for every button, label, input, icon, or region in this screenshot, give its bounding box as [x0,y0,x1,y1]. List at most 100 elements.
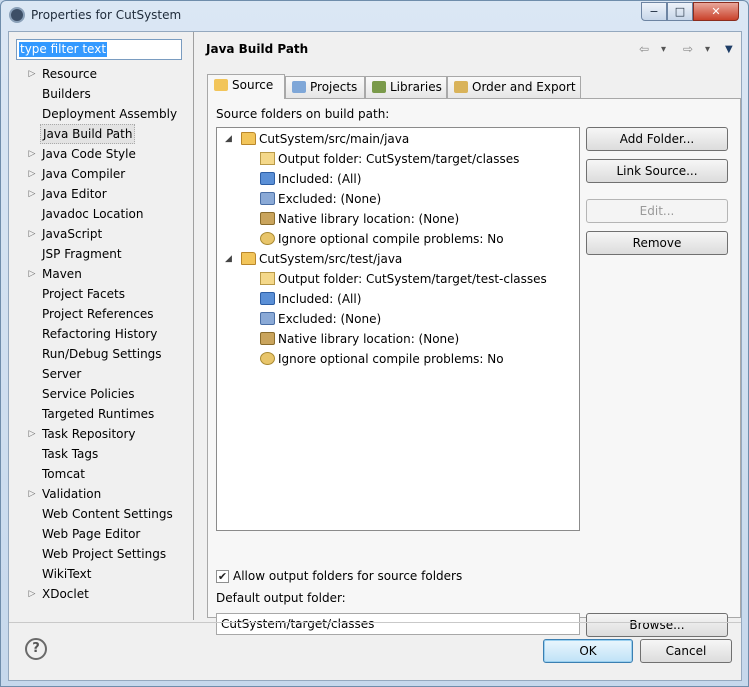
nav-item-label: Targeted Runtimes [42,407,155,421]
checkbox-box[interactable]: ✔ [216,570,229,583]
nav-item[interactable]: Web Content Settings [25,504,193,524]
nav-item[interactable]: ▷ Validation [25,484,193,504]
tab-libraries[interactable]: Libraries [365,76,447,98]
inclusion-filter-icon [260,292,275,305]
browse-button[interactable]: Browse... [586,613,728,637]
nav-item[interactable]: ▷ Java Compiler [25,164,193,184]
nav-item-label: Server [42,367,82,381]
remove-button[interactable]: Remove [586,231,728,255]
minimize-button[interactable]: − [641,2,667,21]
source-folder-icon [214,79,228,91]
tab-order-and-export[interactable]: Order and Export [447,76,581,98]
nav-item[interactable]: Web Page Editor [25,524,193,544]
tab-label: Order and Export [472,80,576,94]
nav-item[interactable]: Deployment Assembly [25,104,193,124]
nav-item-label: Java Compiler [42,167,126,181]
link-source-button[interactable]: Link Source... [586,159,728,183]
ignore-problems-icon [260,352,275,365]
nav-item[interactable]: Task Tags [25,444,193,464]
sash-divider[interactable] [193,32,194,620]
view-menu-icon[interactable]: ▼ [725,44,733,55]
source-attribute-text: Output folder: CutSystem/target/test-cla… [278,272,547,286]
nav-item[interactable]: ▷ Java Code Style [25,144,193,164]
expand-arrow-icon[interactable]: ▷ [25,484,39,504]
nav-item[interactable]: Run/Debug Settings [25,344,193,364]
nav-item-label: Java Build Path [40,124,136,144]
help-icon[interactable]: ? [25,638,47,660]
collapse-arrow-icon[interactable]: ◢ [225,249,232,269]
source-folders-label: Source folders on build path: [216,107,390,121]
close-button[interactable]: ✕ [693,2,739,21]
nav-item-label: JavaScript [42,227,103,241]
native-library-icon [260,212,275,225]
nav-item-label: Tomcat [42,467,85,481]
tab-source[interactable]: Source [207,74,285,99]
nav-item-label: Maven [42,267,82,281]
nav-item[interactable]: Service Policies [25,384,193,404]
nav-item-label: Run/Debug Settings [42,347,162,361]
source-attribute-text: Native library location: (None) [278,212,460,226]
ok-button[interactable]: OK [543,639,633,663]
expand-arrow-icon[interactable]: ▷ [25,264,39,284]
nav-item[interactable]: Server [25,364,193,384]
source-attribute-text: Excluded: (None) [278,312,382,326]
nav-item[interactable]: ▷ XDoclet [25,584,193,604]
expand-arrow-icon[interactable]: ▷ [25,424,39,444]
nav-item[interactable]: WikiText [25,564,193,584]
nav-item-label: Web Content Settings [42,507,173,521]
tab-projects[interactable]: Projects [285,76,365,98]
nav-item-label: Java Editor [42,187,107,201]
output-folder-icon [260,152,275,165]
nav-item[interactable]: Web Project Settings [25,544,193,564]
maximize-button[interactable]: □ [667,2,693,21]
nav-item[interactable]: Tomcat [25,464,193,484]
nav-item-label: Refactoring History [42,327,158,341]
nav-item[interactable]: Targeted Runtimes [25,404,193,424]
nav-item[interactable]: ▷ JavaScript [25,224,193,244]
nav-item[interactable]: Project Facets [25,284,193,304]
nav-item[interactable]: Project References [25,304,193,324]
nav-item[interactable]: ▷ Task Repository [25,424,193,444]
add-folder-button[interactable]: Add Folder... [586,127,728,151]
nav-item-label: Deployment Assembly [42,107,178,121]
filter-input[interactable]: type filter text [16,39,182,60]
source-folders-tree[interactable]: ◢ CutSystem/src/main/java Output folder: C… [216,127,580,531]
collapse-arrow-icon[interactable]: ◢ [225,129,232,149]
dialog-client-area: type filter text ▷ Resource Builders Deploy… [8,31,742,681]
nav-item[interactable]: Java Build Path [25,124,193,144]
back-arrow-icon[interactable]: ⇦ [639,42,649,56]
expand-arrow-icon[interactable]: ▷ [25,224,39,244]
expand-arrow-icon[interactable]: ▷ [25,144,39,164]
page-title: Java Build Path [206,42,309,56]
nav-item[interactable]: ▷ Maven [25,264,193,284]
nav-item[interactable]: Refactoring History [25,324,193,344]
expand-arrow-icon[interactable]: ▷ [25,64,39,84]
nav-item-label: Web Project Settings [42,547,167,561]
default-output-folder-field[interactable]: CutSystem/target/classes [216,613,580,635]
expand-arrow-icon[interactable]: ▷ [25,164,39,184]
nav-item-label: Javadoc Location [42,207,144,221]
nav-item-label: Validation [42,487,102,501]
nav-item-label: Project References [42,307,154,321]
nav-item[interactable]: Builders [25,84,193,104]
page-navigation: ⇦ ▾ ⇨ ▾ ▼ [639,42,739,58]
expand-arrow-icon[interactable]: ▷ [25,584,39,604]
edit-button[interactable]: Edit... [586,199,728,223]
source-attribute-text: Included: (All) [278,292,362,306]
nav-item-label: Resource [42,67,98,81]
filter-input-text: type filter text [19,42,108,57]
allow-output-folders-label: Allow output folders for source folders [233,569,463,583]
nav-item[interactable]: Javadoc Location [25,204,193,224]
nav-item[interactable]: JSP Fragment [25,244,193,264]
title-bar[interactable]: Properties for CutSystem − □ ✕ [1,1,748,31]
back-menu-icon[interactable]: ▾ [661,44,666,55]
nav-item[interactable]: ▷ Resource [25,64,193,84]
forward-menu-icon[interactable]: ▾ [705,44,710,55]
expand-arrow-icon[interactable]: ▷ [25,184,39,204]
forward-arrow-icon[interactable]: ⇨ [683,42,693,56]
source-folder-name: CutSystem/src/test/java [259,252,403,266]
nav-item-label: Web Page Editor [42,527,141,541]
nav-item-label: Project Facets [42,287,125,301]
nav-item[interactable]: ▷ Java Editor [25,184,193,204]
cancel-button[interactable]: Cancel [640,639,732,663]
